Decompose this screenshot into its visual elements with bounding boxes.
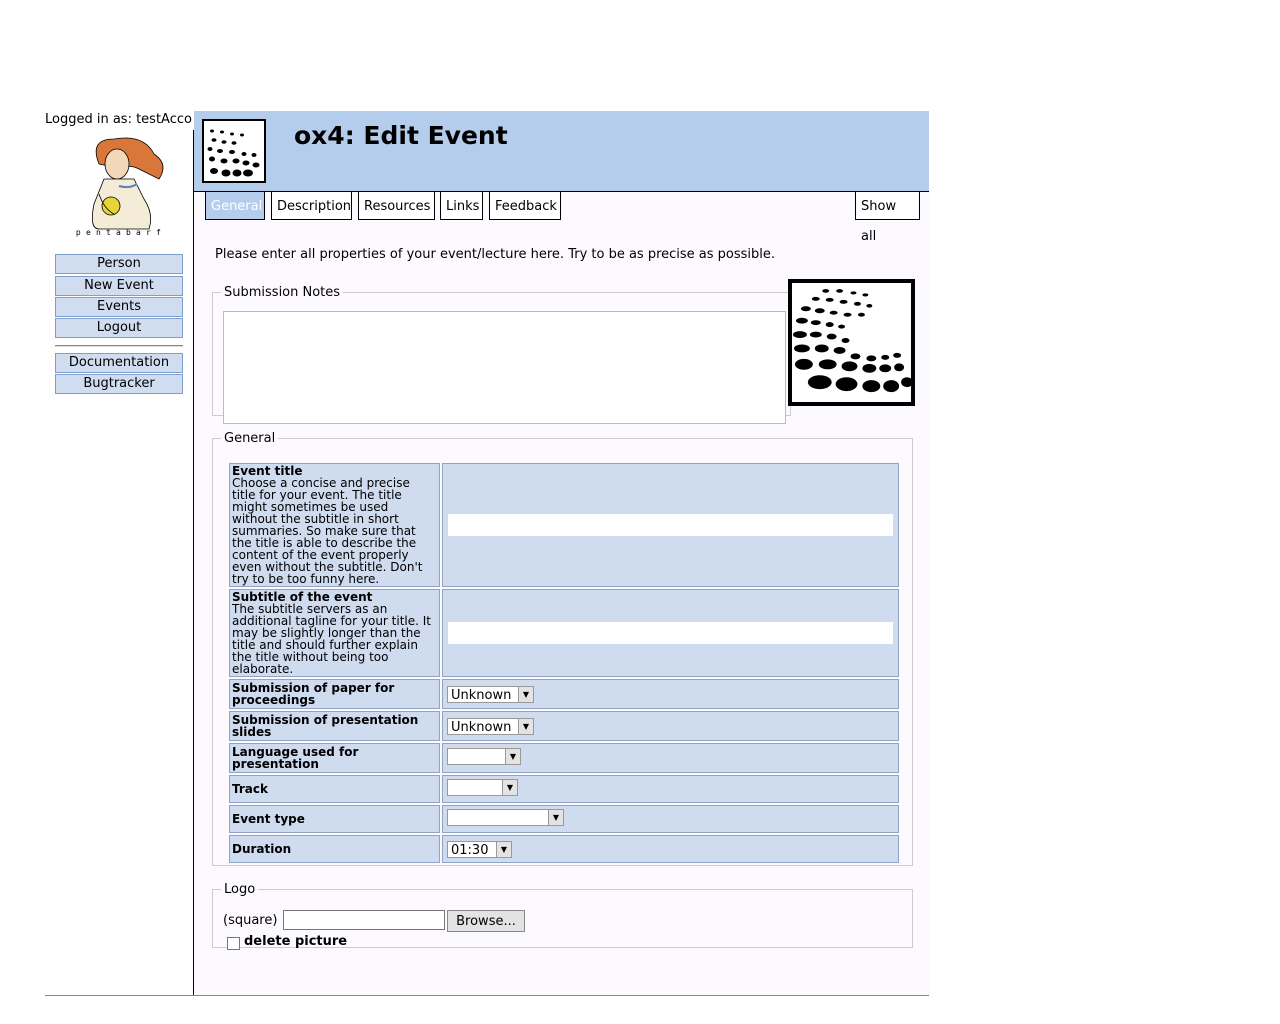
language-label: Language used for presentation [232,745,359,771]
chevron-down-icon: ▼ [548,809,563,825]
event-title-value-cell [442,463,899,587]
table-row: Submission of presentation slides Unknow… [229,711,899,741]
page-title: ox4: Edit Event [294,121,508,150]
event-type-label: Event type [232,812,305,826]
track-label: Track [232,782,268,796]
event-title-help: Choose a concise and precise title for y… [232,476,423,586]
submission-notes-textarea[interactable] [223,311,786,424]
event-logo-icon [202,119,266,183]
language-label-cell: Language used for presentation [229,743,440,773]
paper-select-value: Unknown [451,687,512,703]
general-fieldset: General Event title Choose a concise and… [212,431,913,866]
paper-value-cell: Unknown ▼ [442,679,899,709]
delete-picture-label: delete picture [244,934,348,949]
tab-description[interactable]: Description [271,192,352,220]
chevron-down-icon: ▼ [502,779,517,795]
chevron-down-icon: ▼ [505,748,520,764]
duration-select[interactable]: 01:30 ▼ [447,840,512,858]
logo-file-input[interactable] [283,910,445,930]
language-value-cell: ▼ [442,743,899,773]
duration-label: Duration [232,842,292,856]
slides-label: Submission of presentation slides [232,713,419,739]
nav-separator [55,345,183,347]
tab-resources[interactable]: Resources [358,192,435,220]
table-row: Track ▼ [229,775,899,803]
duration-select-value: 01:30 [451,842,489,858]
sidebar: pentabarf Person New Event Events Logout… [45,130,194,995]
duration-value-cell: 01:30 ▼ [442,835,899,863]
table-row: Submission of paper for proceedings Unkn… [229,679,899,709]
paper-label-cell: Submission of paper for proceedings [229,679,440,709]
chevron-down-icon: ▼ [518,686,533,702]
table-row: Event type ▼ [229,805,899,833]
nav-documentation-button[interactable]: Documentation [55,353,183,373]
slides-label-cell: Submission of presentation slides [229,711,440,741]
pentabarf-logo [91,137,164,230]
tab-feedback[interactable]: Feedback [489,192,561,220]
delete-picture-checkbox[interactable] [227,937,240,950]
chevron-down-icon: ▼ [496,841,511,857]
nav-person-button[interactable]: Person [55,254,183,274]
nav-new-event-button[interactable]: New Event [55,276,183,296]
subtitle-label-cell: Subtitle of the event The subtitle serve… [229,589,440,677]
paper-label: Submission of paper for proceedings [232,681,395,707]
table-row: Event title Choose a concise and precise… [229,463,899,587]
general-legend: General [224,431,276,446]
event-title-label-cell: Event title Choose a concise and precise… [229,463,440,587]
slides-select-value: Unknown [451,719,512,735]
duration-label-cell: Duration [229,835,440,863]
tab-bar: General Description Resources Links Feed… [194,191,929,244]
tab-general[interactable]: General [205,192,265,220]
table-row: Language used for presentation ▼ [229,743,899,773]
logo-legend: Logo [224,882,256,897]
page-header: ox4: Edit Event [194,111,929,191]
subtitle-value-cell [442,589,899,677]
subtitle-input[interactable] [448,622,893,644]
table-row: Duration 01:30 ▼ [229,835,899,863]
main-content: ox4: Edit Event General Description Reso… [194,111,929,995]
logged-in-label: Logged in as: testAccount [45,112,192,127]
slides-select[interactable]: Unknown ▼ [447,717,534,735]
nav-bugtracker-button[interactable]: Bugtracker [55,374,183,394]
event-type-value-cell: ▼ [442,805,899,833]
brand-text: pentabarf [75,228,167,237]
tab-links[interactable]: Links [440,192,483,220]
track-value-cell: ▼ [442,775,899,803]
intro-text: Please enter all properties of your even… [215,247,776,262]
language-select[interactable]: ▼ [447,747,521,765]
subtitle-help: The subtitle servers as an additional ta… [232,602,432,676]
event-type-select[interactable]: ▼ [447,808,564,826]
chevron-down-icon: ▼ [518,718,533,734]
nav-events-button[interactable]: Events [55,297,183,317]
event-image [788,279,915,406]
properties-table: Event title Choose a concise and precise… [227,461,901,865]
event-type-label-cell: Event type [229,805,440,833]
logo-fieldset: Logo (square) Browse... delete picture [212,882,913,950]
submission-notes-legend: Submission Notes [224,285,341,300]
track-label-cell: Track [229,775,440,803]
paper-select[interactable]: Unknown ▼ [447,685,534,703]
slides-value-cell: Unknown ▼ [442,711,899,741]
browse-button[interactable]: Browse... [447,910,525,932]
track-select[interactable]: ▼ [447,778,518,796]
event-title-input[interactable] [448,514,893,536]
nav-logout-button[interactable]: Logout [55,318,183,338]
table-row: Subtitle of the event The subtitle serve… [229,589,899,677]
square-label: (square) [223,913,278,928]
submission-notes-fieldset: Submission Notes [212,285,791,424]
bottom-divider [45,995,929,996]
show-all-button[interactable]: Show all [855,192,920,244]
